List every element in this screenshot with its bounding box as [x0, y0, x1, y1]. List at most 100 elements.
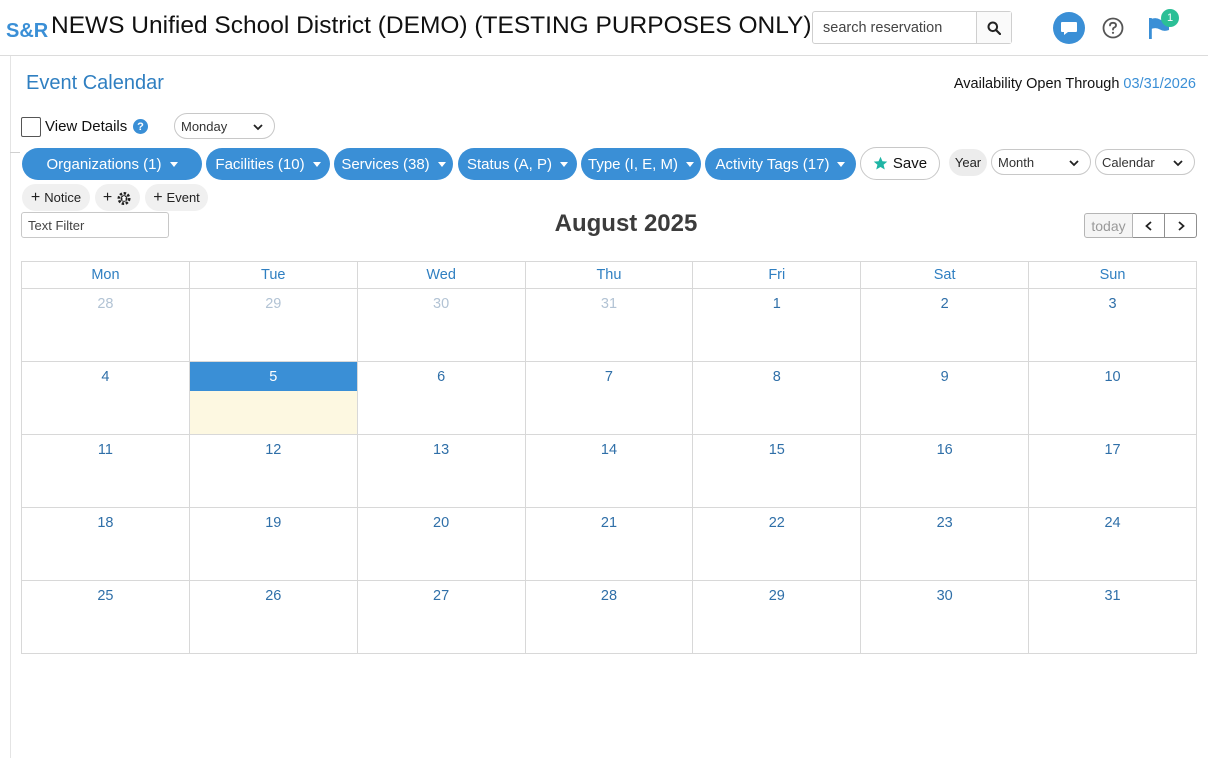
filter-activity-tags[interactable]: Activity Tags (17)	[705, 148, 856, 180]
add-notice-button[interactable]: + Notice	[22, 184, 90, 211]
plus-icon: +	[153, 188, 163, 206]
day-number[interactable]: 29	[693, 581, 860, 604]
day-number[interactable]: 26	[190, 581, 357, 604]
day-number[interactable]: 2	[861, 289, 1028, 312]
layout-select[interactable]: Calendar	[1095, 149, 1195, 175]
calendar-day-cell[interactable]: 24	[1028, 507, 1197, 581]
calendar-day-cell[interactable]: 8	[692, 361, 862, 435]
calendar-day-cell[interactable]: 27	[356, 580, 526, 654]
view-select[interactable]: Month	[991, 149, 1091, 175]
calendar-day-cell[interactable]: 12	[188, 434, 358, 508]
calendar-day-cell[interactable]: 14	[524, 434, 694, 508]
day-number[interactable]: 20	[358, 508, 525, 531]
add-event-button[interactable]: + Event	[145, 184, 208, 211]
day-number[interactable]: 7	[526, 362, 693, 385]
year-button[interactable]: Year	[949, 149, 987, 176]
save-button[interactable]: Save	[860, 147, 940, 180]
day-number[interactable]: 22	[693, 508, 860, 531]
day-number[interactable]: 30	[861, 581, 1028, 604]
chat-button[interactable]	[1053, 12, 1085, 44]
calendar-day-cell[interactable]: 2	[860, 288, 1030, 362]
day-number[interactable]: 18	[22, 508, 189, 531]
filter-services[interactable]: Services (38)	[334, 148, 453, 180]
calendar-day-cell[interactable]: 4	[21, 361, 190, 435]
day-number[interactable]: 24	[1029, 508, 1196, 531]
prev-month-button[interactable]	[1133, 213, 1165, 238]
calendar-day-cell[interactable]: 29	[692, 580, 862, 654]
calendar-day-cell[interactable]: 1	[692, 288, 862, 362]
day-number[interactable]: 23	[861, 508, 1028, 531]
day-number[interactable]: 19	[190, 508, 357, 531]
caret-down-icon	[837, 161, 846, 167]
calendar-day-cell[interactable]: 30	[356, 288, 526, 362]
week-start-select[interactable]: Monday	[174, 113, 275, 139]
help-button[interactable]	[1101, 16, 1125, 40]
calendar-day-cell[interactable]: 26	[188, 580, 358, 654]
view-details-checkbox[interactable]	[21, 117, 41, 137]
weekday-header: Thu	[524, 261, 694, 289]
search-input[interactable]	[813, 12, 976, 43]
filter-type[interactable]: Type (I, E, M)	[581, 148, 701, 180]
day-number[interactable]: 12	[190, 435, 357, 458]
calendar-day-cell[interactable]: 3	[1028, 288, 1197, 362]
calendar-day-cell[interactable]: 22	[692, 507, 862, 581]
calendar-day-cell[interactable]: 9	[860, 361, 1030, 435]
day-number[interactable]: 28	[22, 289, 189, 312]
view-details-label[interactable]: View Details	[45, 118, 127, 135]
day-number[interactable]: 1	[693, 289, 860, 312]
day-number[interactable]: 10	[1029, 362, 1196, 385]
add-maintenance-button[interactable]: +	[95, 184, 140, 211]
day-number[interactable]: 28	[526, 581, 693, 604]
calendar-day-cell[interactable]: 28	[21, 288, 190, 362]
day-number[interactable]: 14	[526, 435, 693, 458]
next-month-button[interactable]	[1165, 213, 1197, 238]
day-number[interactable]: 31	[1029, 581, 1196, 604]
calendar-day-cell[interactable]: 30	[860, 580, 1030, 654]
day-number[interactable]: 25	[22, 581, 189, 604]
day-number[interactable]: 29	[190, 289, 357, 312]
calendar-day-cell[interactable]: 11	[21, 434, 190, 508]
calendar-day-cell[interactable]: 7	[524, 361, 694, 435]
calendar-day-cell[interactable]: 15	[692, 434, 862, 508]
day-number[interactable]: 16	[861, 435, 1028, 458]
day-number[interactable]: 31	[526, 289, 693, 312]
calendar-day-cell[interactable]: 17	[1028, 434, 1197, 508]
today-button[interactable]: today	[1084, 213, 1133, 238]
day-number[interactable]: 5	[189, 362, 357, 391]
search-button[interactable]	[976, 12, 1011, 43]
calendar-day-cell[interactable]: 13	[356, 434, 526, 508]
filter-facilities[interactable]: Facilities (10)	[206, 148, 330, 180]
calendar-day-cell[interactable]: 16	[860, 434, 1030, 508]
day-number[interactable]: 15	[693, 435, 860, 458]
calendar-day-cell[interactable]: 31	[524, 288, 694, 362]
calendar-day-cell[interactable]: 23	[860, 507, 1030, 581]
calendar-day-cell[interactable]: 29	[188, 288, 358, 362]
calendar-day-cell[interactable]: 10	[1028, 361, 1197, 435]
calendar-day-cell[interactable]: 28	[524, 580, 694, 654]
day-number[interactable]: 3	[1029, 289, 1196, 312]
info-icon[interactable]: ?	[133, 119, 148, 134]
calendar-day-cell[interactable]: 20	[356, 507, 526, 581]
calendar-day-cell[interactable]: 21	[524, 507, 694, 581]
day-number[interactable]: 21	[526, 508, 693, 531]
day-number[interactable]: 8	[693, 362, 860, 385]
day-number[interactable]: 9	[861, 362, 1028, 385]
filter-status[interactable]: Status (A, P)	[458, 148, 577, 180]
day-number[interactable]: 27	[358, 581, 525, 604]
caret-down-icon	[437, 161, 446, 167]
calendar-day-cell[interactable]: 6	[356, 361, 526, 435]
day-number[interactable]: 13	[358, 435, 525, 458]
day-number[interactable]: 6	[358, 362, 525, 385]
calendar-day-cell[interactable]: 5	[188, 361, 358, 435]
logo[interactable]: S&R	[6, 20, 48, 43]
calendar-day-cell[interactable]: 19	[188, 507, 358, 581]
calendar-day-cell[interactable]: 31	[1028, 580, 1197, 654]
day-number[interactable]: 30	[358, 289, 525, 312]
calendar-day-cell[interactable]: 25	[21, 580, 190, 654]
day-number[interactable]: 17	[1029, 435, 1196, 458]
day-number[interactable]: 11	[22, 435, 189, 458]
calendar-day-cell[interactable]: 18	[21, 507, 190, 581]
weekday-header: Wed	[356, 261, 526, 289]
filter-organizations[interactable]: Organizations (1)	[22, 148, 202, 180]
day-number[interactable]: 4	[22, 362, 189, 385]
